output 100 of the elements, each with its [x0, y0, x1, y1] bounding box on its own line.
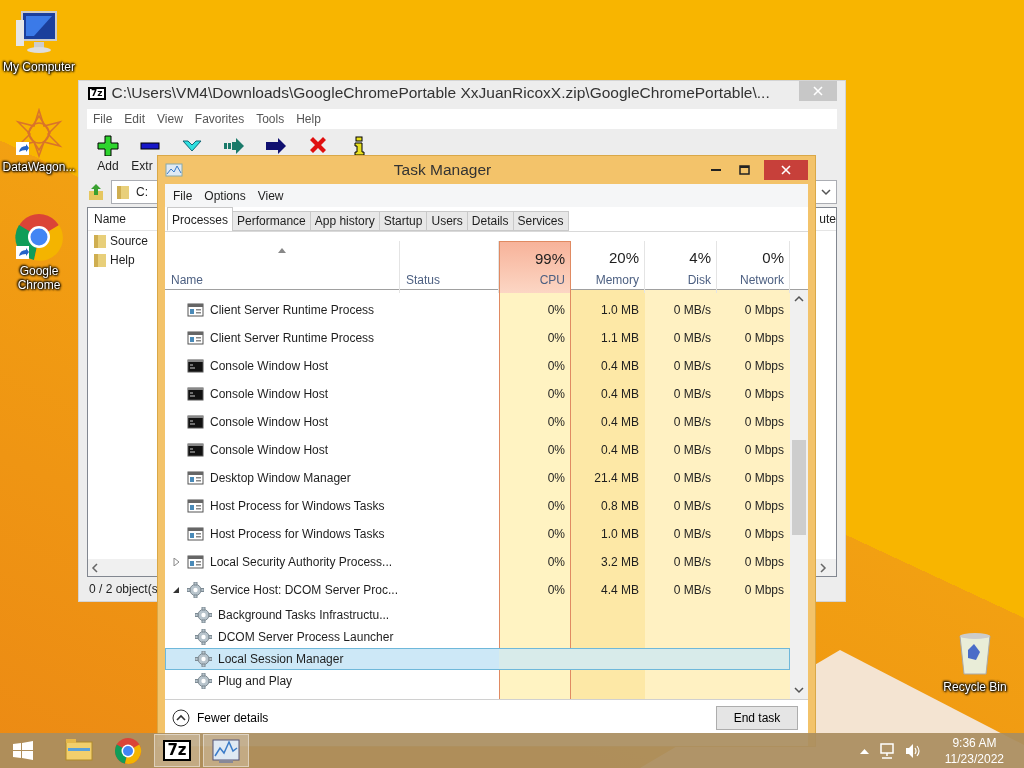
plus-icon[interactable] [97, 135, 119, 156]
collapse-icon[interactable] [172, 586, 180, 594]
process-name: Local Session Manager [218, 651, 344, 668]
process-row[interactable]: Console Window Host 0% 0.4 MB 0 MB/s 0 Mbps [165, 436, 790, 464]
process-name: Console Window Host [210, 386, 329, 403]
process-row[interactable]: Local Security Authority Process... 0% 3.2 MB 0 MB/s 0 Mbps [165, 548, 790, 576]
process-row[interactable]: Console Window Host 0% 0.4 MB 0 MB/s 0 Mbps [165, 380, 790, 408]
close-icon [781, 165, 791, 175]
menu-item[interactable]: Tools [250, 110, 291, 128]
process-row[interactable]: Client Server Runtime Process 0% 1.1 MB 0 MB/s 0 Mbps [165, 324, 790, 352]
process-name: Client Server Runtime Process [210, 330, 375, 347]
column-reading: 0% [762, 248, 784, 268]
process-row[interactable]: Desktop Window Manager 0% 21.4 MB 0 MB/s 0 Mbps [165, 464, 790, 492]
horizontal-scrollbar[interactable] [816, 559, 836, 576]
horizontal-scrollbar[interactable] [88, 559, 157, 576]
table-cell-text: 0 MB/s [672, 498, 712, 515]
table-cell-text: 0 Mbps [743, 302, 785, 319]
scroll-thumb[interactable] [792, 440, 806, 535]
maximize-icon [738, 165, 750, 175]
menu-item[interactable]: Favorites [188, 110, 251, 128]
process-name: Console Window Host [210, 414, 329, 431]
table-cell-text: 3.2 MB [600, 554, 640, 571]
file-name[interactable]: Help [110, 250, 135, 269]
table-cell-text: 0% [546, 386, 566, 403]
expand-icon[interactable] [172, 558, 180, 566]
table-cell-text: 0 MB/s [672, 414, 712, 431]
menu-item[interactable]: File [87, 110, 119, 128]
table-cell-text: 0% [546, 442, 566, 459]
table-cell-text: 0 Mbps [743, 358, 785, 375]
process-name: Client Server Runtime Process [210, 302, 375, 319]
tab[interactable]: Performance [232, 211, 311, 231]
caret-up-icon[interactable] [859, 747, 869, 754]
window-icon [187, 526, 204, 542]
tab[interactable]: Startup [378, 211, 428, 231]
process-row[interactable]: Local Session Manager [165, 648, 790, 670]
app-logo: 7z [88, 86, 106, 100]
process-name: Local Security Authority Process... [210, 554, 393, 571]
menu-item[interactable]: View [251, 186, 290, 205]
gear-icon [187, 582, 204, 598]
tab[interactable]: Users [426, 211, 468, 231]
dropdown-icon[interactable] [820, 188, 832, 196]
column-label: Memory [595, 271, 639, 289]
table-cell-text: 0% [546, 302, 566, 319]
up-folder-icon[interactable] [87, 183, 105, 201]
gear-icon [195, 651, 212, 667]
tab[interactable]: App history [309, 211, 380, 231]
process-name: Host Process for Windows Tasks [210, 498, 385, 515]
close-button[interactable] [764, 160, 808, 180]
table-cell-text: 0 MB/s [672, 302, 712, 319]
table-cell-text: 0% [546, 498, 566, 515]
table-cell-text: 0 MB/s [672, 442, 712, 459]
toolbar-label[interactable]: Add [97, 160, 119, 173]
scroll-up-icon[interactable] [794, 295, 804, 303]
table-cell-text: 0 Mbps [743, 414, 785, 431]
process-row[interactable]: Client Server Runtime Process 0% 1.0 MB 0 MB/s 0 Mbps [165, 296, 790, 324]
column-header[interactable]: 99% CPU [499, 241, 571, 293]
table-cell-text: 0.4 MB [600, 386, 640, 403]
menu-item[interactable]: View [151, 110, 189, 128]
column-header[interactable]: ute [819, 210, 836, 228]
toolbar-label[interactable]: Extr [131, 160, 153, 173]
scroll-left-icon[interactable] [91, 562, 99, 573]
table-cell-text: 0 Mbps [743, 526, 785, 543]
process-row[interactable]: DCOM Server Process Launcher [165, 626, 790, 648]
process-row[interactable]: Console Window Host 0% 0.4 MB 0 MB/s 0 Mbps [165, 352, 790, 380]
arrow-icon[interactable] [265, 135, 287, 156]
app-logo: 7z [163, 740, 191, 761]
window-title: Task Manager [392, 160, 493, 181]
file-name[interactable]: Source [110, 231, 149, 250]
menu-item[interactable]: Edit [118, 110, 152, 128]
tab[interactable]: Processes [167, 207, 234, 231]
process-row[interactable]: Plug and Play [165, 670, 790, 692]
network-icon[interactable] [878, 742, 895, 759]
tab[interactable]: Services [512, 211, 569, 231]
chrome-shortcut-icon[interactable] [14, 212, 64, 262]
chart-icon [165, 162, 183, 178]
process-row[interactable]: Console Window Host 0% 0.4 MB 0 MB/s 0 Mbps [165, 408, 790, 436]
process-row[interactable]: Service Host: DCOM Server Proc... 0% 4.4 MB 0 MB/s 0 Mbps [165, 576, 790, 604]
star-shortcut-icon[interactable] [14, 108, 64, 158]
vertical-scrollbar[interactable] [790, 290, 808, 699]
sort-icon[interactable] [278, 248, 286, 253]
menu-item[interactable]: File [167, 186, 199, 205]
menu-item[interactable]: Options [198, 186, 252, 205]
process-name: Service Host: DCOM Server Proc... [210, 582, 399, 599]
volume-icon[interactable] [904, 742, 921, 759]
table-cell-text: 0 Mbps [743, 498, 785, 515]
window-icon [187, 330, 204, 346]
process-row[interactable]: Host Process for Windows Tasks 0% 1.0 MB 0 MB/s 0 Mbps [165, 520, 790, 548]
column-header[interactable]: Name [94, 210, 126, 228]
table-cell-text: 0% [546, 526, 566, 543]
folder-icon [116, 184, 130, 200]
menu-item[interactable]: Help [290, 110, 327, 128]
scroll-down-icon[interactable] [794, 686, 804, 694]
end-task-button[interactable]: End task [716, 706, 798, 730]
process-row[interactable]: Background Tasks Infrastructu... [165, 604, 790, 626]
fewer-details-button[interactable]: Fewer details [172, 709, 269, 727]
scroll-right-icon[interactable] [819, 562, 827, 573]
taskbar-app[interactable] [203, 734, 249, 767]
tab[interactable]: Details [466, 211, 514, 231]
taskbar-app[interactable]: 7z [154, 734, 200, 767]
process-row[interactable]: Host Process for Windows Tasks 0% 0.8 MB 0 MB/s 0 Mbps [165, 492, 790, 520]
